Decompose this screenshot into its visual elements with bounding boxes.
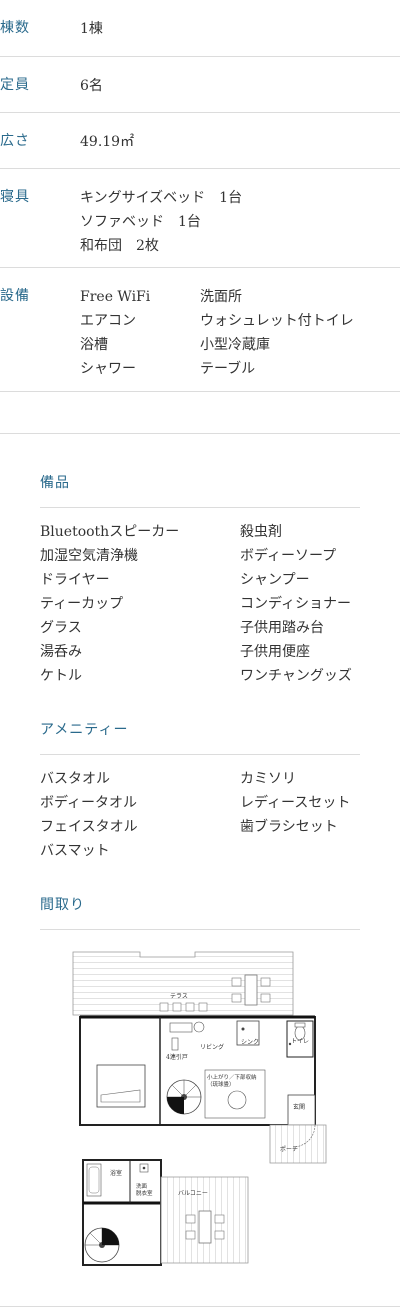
bedding-line: 和布団 2枚 <box>80 238 159 254</box>
facility-item: 浴槽 <box>80 337 108 353</box>
toiletries-col-1: バスタオル ボディータオル フェイスタオル バスマット <box>40 767 138 863</box>
bed-icon <box>96 1064 146 1108</box>
amenities-list: Bluetoothスピーカー 加湿空気清浄機 ドライヤー ティーカップ グラス … <box>40 520 370 690</box>
terrace-label: テラス <box>170 993 188 1000</box>
list-item: ボディータオル <box>40 795 138 811</box>
list-item: ドライヤー <box>40 572 110 588</box>
amenities-col-2: 殺虫剤 ボディーソープ シャンプー コンディショナー 子供用踏み台 子供用便座 … <box>240 520 352 688</box>
list-item: 殺虫剤 <box>240 524 282 540</box>
list-item: フェイスタオル <box>40 819 138 835</box>
spec-value-building: 1棟 <box>80 21 103 37</box>
facilities-col-1: Free WiFi エアコン 浴槽 シャワー <box>80 285 150 381</box>
bathtub-icon <box>86 1163 102 1197</box>
spec-row-building: 棟数 1棟 <box>0 0 400 57</box>
raised-floor-sublabel: （琉球畳） <box>207 1080 235 1088</box>
floor-plan-drawing: テラス リビング 4連引戸 シンク トイレ 小上がり／下部収納 （琉球畳） 玄関 <box>72 951 327 1266</box>
spec-row-bedding: 寝具 キングサイズベッド 1台 ソファベッド 1台 和布団 2枚 <box>0 169 400 268</box>
facility-item: テーブル <box>200 361 256 377</box>
spec-label-capacity: 定員 <box>0 77 30 93</box>
list-item: 歯ブラシセット <box>240 819 338 835</box>
bedding-line: ソファベッド 1台 <box>80 214 201 230</box>
porch-label: ポーチ <box>280 1145 298 1153</box>
spec-label-building: 棟数 <box>0 20 30 36</box>
porch-deck <box>269 1124 327 1164</box>
sink-label: シンク <box>241 1039 259 1046</box>
sliding-door-label: 4連引戸 <box>166 1053 188 1061</box>
upper-spiral-staircase-icon <box>84 1227 120 1263</box>
list-item: ワンチャングッズ <box>240 668 352 684</box>
list-item: ケトル <box>40 668 82 684</box>
spec-value-area: 49.19㎡ <box>80 134 135 150</box>
spec-row-area: 広さ 49.19㎡ <box>0 113 400 169</box>
living-label: リビング <box>200 1043 224 1051</box>
list-item: シャンプー <box>240 572 310 588</box>
terrace-deck <box>72 951 294 1016</box>
bathroom-label: 浴室 <box>110 1169 122 1177</box>
spec-label-bedding: 寝具 <box>0 189 30 205</box>
amenities-col-1: Bluetoothスピーカー 加湿空気清浄機 ドライヤー ティーカップ グラス … <box>40 520 179 688</box>
spec-spacer-row <box>0 392 400 434</box>
spec-value-bedding: キングサイズベッド 1台 ソファベッド 1台 和布団 2枚 <box>80 186 242 258</box>
washroom-sublabel: 脱衣室 <box>136 1189 153 1197</box>
list-item: 加湿空気清浄機 <box>40 548 138 564</box>
facility-item: エアコン <box>80 313 136 329</box>
list-item: カミソリ <box>240 771 296 787</box>
amenities-divider <box>40 507 360 508</box>
facility-item: シャワー <box>80 361 136 377</box>
facility-item: Free WiFi <box>80 289 151 305</box>
spec-row-capacity: 定員 6名 <box>0 57 400 113</box>
entrance-label: 玄関 <box>293 1103 305 1111</box>
spec-row-facilities: 設備 Free WiFi エアコン 浴槽 シャワー 洗面所 ウォシュレット付トイ… <box>0 268 400 392</box>
washroom-label: 洗面 <box>136 1182 148 1190</box>
list-item: Bluetoothスピーカー <box>40 524 180 540</box>
list-item: 子供用便座 <box>240 644 310 660</box>
spec-value-capacity: 6名 <box>80 78 103 94</box>
floorplan-section-title: 間取り <box>40 897 85 913</box>
list-item: ティーカップ <box>40 596 124 612</box>
list-item: レディースセット <box>240 795 351 811</box>
list-item: グラス <box>40 620 82 636</box>
list-item: 子供用踏み台 <box>240 620 324 636</box>
list-item: バスマット <box>40 843 110 859</box>
raised-floor-label: 小上がり／下部収納 <box>207 1073 257 1081</box>
spiral-staircase-icon <box>166 1079 202 1115</box>
toiletries-list: バスタオル ボディータオル フェイスタオル バスマット カミソリ レディースセッ… <box>40 767 370 867</box>
toiletries-col-2: カミソリ レディースセット 歯ブラシセット <box>240 767 350 839</box>
spec-label-area: 広さ <box>0 133 30 149</box>
list-item: 湯呑み <box>40 644 82 660</box>
bottom-divider <box>0 1306 400 1307</box>
facility-item: ウォシュレット付トイレ <box>200 313 354 329</box>
spec-label-facilities: 設備 <box>0 288 30 304</box>
balcony-label: バルコニー <box>178 1190 208 1197</box>
facility-item: 洗面所 <box>200 289 242 305</box>
floorplan-divider <box>40 929 360 930</box>
facility-item: 小型冷蔵庫 <box>200 337 270 353</box>
toiletries-section-title: アメニティー <box>40 722 129 738</box>
amenities-section-title: 備品 <box>40 475 70 491</box>
list-item: バスタオル <box>40 771 110 787</box>
toiletries-divider <box>40 754 360 755</box>
list-item: ボディーソープ <box>240 548 337 564</box>
facilities-col-2: 洗面所 ウォシュレット付トイレ 小型冷蔵庫 テーブル <box>200 285 354 381</box>
toilet-label: トイレ <box>291 1038 309 1045</box>
bedding-line: キングサイズベッド 1台 <box>80 190 243 206</box>
list-item: コンディショナー <box>240 596 352 612</box>
